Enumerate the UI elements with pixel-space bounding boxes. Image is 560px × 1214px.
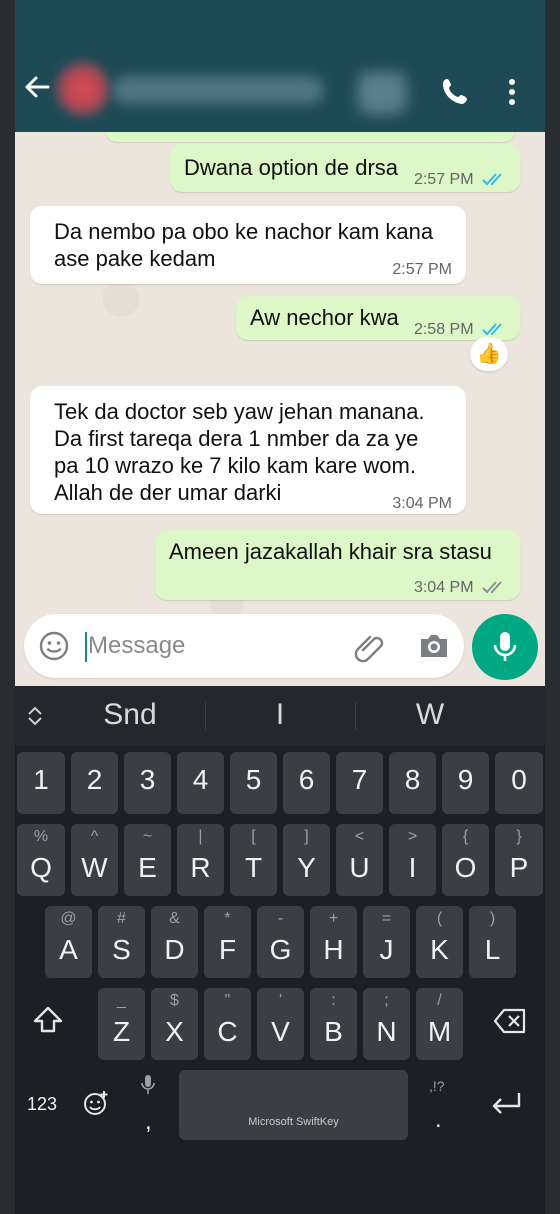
key-w[interactable]: ^ W xyxy=(71,824,118,896)
message-bubble[interactable]: Aw nechor kwa 2:58 PM xyxy=(236,296,520,340)
key-h[interactable]: + H xyxy=(310,906,357,978)
emoji-icon[interactable] xyxy=(38,630,70,662)
message-text: Ameen jazakallah khair sra stasu xyxy=(169,539,492,564)
keyboard-brand-label: Microsoft SwiftKey xyxy=(248,1116,339,1128)
key-9[interactable]: 9 xyxy=(442,752,489,814)
contact-avatar[interactable] xyxy=(56,62,110,116)
message-time: 2:57 PM xyxy=(392,261,452,278)
emoji-plus-icon xyxy=(84,1091,108,1115)
microphone-icon xyxy=(493,632,517,661)
key-1[interactable]: 1 xyxy=(17,752,65,814)
key-4[interactable]: 4 xyxy=(177,752,224,814)
numbers-toggle-key[interactable]: 123 xyxy=(27,1094,57,1115)
chat-header xyxy=(0,0,560,132)
kebab-menu-icon[interactable] xyxy=(500,74,524,110)
video-call-icon[interactable] xyxy=(358,72,406,114)
space-key[interactable]: Microsoft SwiftKey xyxy=(179,1070,408,1140)
screen-edge-left xyxy=(0,0,15,1214)
suggestion-divider xyxy=(355,702,356,730)
key-d[interactable]: & D xyxy=(151,906,198,978)
key-z[interactable]: _ Z xyxy=(98,988,145,1060)
camera-icon[interactable] xyxy=(418,632,450,660)
backspace-icon xyxy=(493,1008,526,1034)
key-s[interactable]: # S xyxy=(98,906,145,978)
partial-message-bubble[interactable] xyxy=(105,132,515,142)
key-2[interactable]: 2 xyxy=(71,752,118,814)
key-3[interactable]: 3 xyxy=(124,752,171,814)
key-u[interactable]: < U xyxy=(336,824,383,896)
message-text: Da nembo pa obo ke nachor kam kana ase p… xyxy=(54,219,434,271)
shift-key[interactable] xyxy=(31,1004,71,1044)
emoji-key[interactable] xyxy=(83,1090,109,1116)
paperclip-icon[interactable] xyxy=(354,632,388,664)
suggestion-item[interactable]: I xyxy=(245,698,315,732)
key-k[interactable]: (K xyxy=(416,906,463,978)
key-q[interactable]: % Q xyxy=(17,824,65,896)
keyboard: Snd I W 1 2 3 4 5 6 7 8 9 0 % Q ^ W ~ E | R … xyxy=(15,686,545,1214)
chevron-expand-icon[interactable] xyxy=(25,704,45,728)
suggestion-bar: Snd I W xyxy=(15,686,545,746)
punctuation-hint: ,!? xyxy=(429,1078,445,1094)
text-cursor xyxy=(85,632,87,662)
voice-input-icon[interactable] xyxy=(141,1074,155,1096)
message-time: 3:04 PM xyxy=(414,574,506,601)
key-g[interactable]: -G xyxy=(257,906,304,978)
shift-icon xyxy=(33,1006,63,1033)
message-time: 2:57 PM xyxy=(414,166,506,193)
contact-name[interactable] xyxy=(112,76,324,104)
suggestion-item[interactable]: W xyxy=(395,698,465,732)
message-bubble[interactable]: Tek da doctor seb yaw jehan manana. Da f… xyxy=(30,386,466,514)
screen-edge-right xyxy=(545,0,560,1214)
chat-area[interactable]: Dwana option de drsa 2:57 PM Da nembo pa… xyxy=(15,132,545,686)
double-check-delivered-icon xyxy=(482,581,502,594)
suggestion-item[interactable]: Snd xyxy=(85,698,175,732)
key-c[interactable]: " C xyxy=(204,988,251,1060)
message-input[interactable] xyxy=(88,626,288,666)
period-key[interactable]: . xyxy=(435,1106,442,1134)
key-l[interactable]: ) L xyxy=(469,906,516,978)
key-p[interactable]: } P xyxy=(495,824,543,896)
message-time: 3:04 PM xyxy=(392,495,452,512)
backspace-key[interactable] xyxy=(493,1008,529,1038)
key-8[interactable]: 8 xyxy=(389,752,436,814)
key-b[interactable]: :B xyxy=(310,988,357,1060)
double-check-read-icon xyxy=(482,173,502,186)
key-i[interactable]: > I xyxy=(389,824,436,896)
key-n[interactable]: ; N xyxy=(363,988,410,1060)
message-text: Aw nechor kwa xyxy=(250,305,399,330)
thumbs-up-reaction[interactable]: 👍 xyxy=(470,337,508,371)
key-m[interactable]: / M xyxy=(416,988,463,1060)
microphone-button[interactable] xyxy=(472,614,538,680)
suggestion-divider xyxy=(205,702,206,730)
enter-key[interactable] xyxy=(489,1090,523,1118)
key-5[interactable]: 5 xyxy=(230,752,277,814)
message-bubble[interactable]: Ameen jazakallah khair sra stasu 3:04 PM xyxy=(155,530,520,600)
key-v[interactable]: ' V xyxy=(257,988,304,1060)
key-t[interactable]: [T xyxy=(230,824,277,896)
key-f[interactable]: * F xyxy=(204,906,251,978)
comma-key[interactable]: , xyxy=(145,1108,152,1136)
key-0[interactable]: 0 xyxy=(495,752,543,814)
enter-icon xyxy=(492,1093,521,1114)
key-e[interactable]: ~ E xyxy=(124,824,171,896)
message-text: Tek da doctor seb yaw jehan manana. Da f… xyxy=(54,399,425,505)
key-6[interactable]: 6 xyxy=(283,752,330,814)
message-bubble[interactable]: Da nembo pa obo ke nachor kam kana ase p… xyxy=(30,206,466,284)
arrow-left-icon[interactable] xyxy=(22,72,58,108)
key-x[interactable]: $ X xyxy=(151,988,198,1060)
message-composer xyxy=(24,614,464,678)
double-check-read-icon xyxy=(482,323,502,336)
phone-icon[interactable] xyxy=(440,76,470,108)
key-y[interactable]: ] Y xyxy=(283,824,330,896)
message-bubble[interactable]: Dwana option de drsa 2:57 PM xyxy=(170,144,520,192)
key-o[interactable]: {O xyxy=(442,824,489,896)
key-7[interactable]: 7 xyxy=(336,752,383,814)
message-text: Dwana option de drsa xyxy=(184,155,399,180)
key-j[interactable]: = J xyxy=(363,906,410,978)
key-r[interactable]: | R xyxy=(177,824,224,896)
key-a[interactable]: @ A xyxy=(45,906,92,978)
